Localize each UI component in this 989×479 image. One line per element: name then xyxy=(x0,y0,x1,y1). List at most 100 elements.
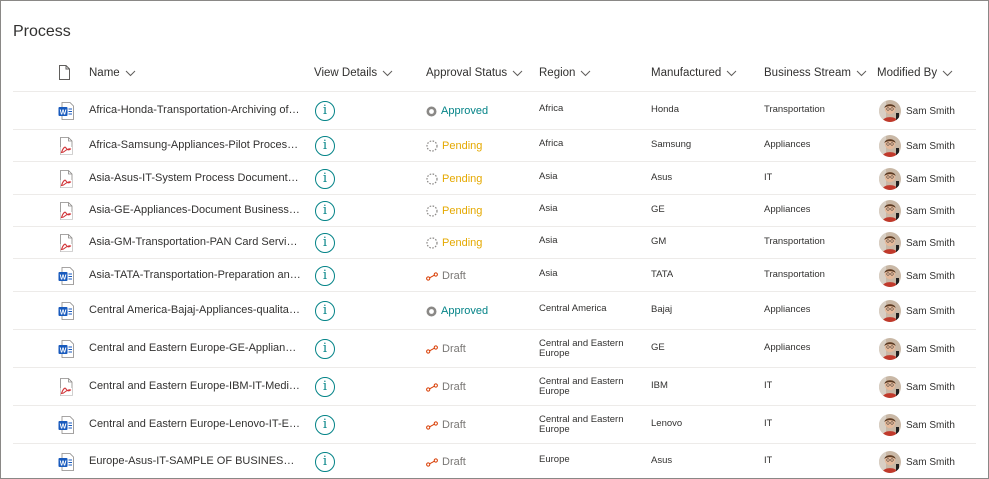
approval-status-label: Approved xyxy=(441,105,489,117)
region-cell: Central and Eastern Europe xyxy=(539,377,624,397)
column-header-business-stream[interactable]: Business Stream xyxy=(764,67,867,79)
modified-by-name[interactable]: Sam Smith xyxy=(906,344,955,355)
column-header-label: Approval Status xyxy=(426,67,508,79)
modified-by-name[interactable]: Sam Smith xyxy=(906,106,955,117)
column-header-manufactured[interactable]: Manufactured xyxy=(651,67,737,79)
avatar[interactable] xyxy=(879,200,901,222)
file-name-link[interactable]: Europe-Asus-IT-SAMPLE OF BUSINESS PRO... xyxy=(89,455,301,467)
file-name-link[interactable]: Africa-Honda-Transportation-Archiving of… xyxy=(89,104,301,116)
modified-by-name[interactable]: Sam Smith xyxy=(906,238,955,249)
table-row[interactable]: Asia-Asus-IT-System Process Document.pdf… xyxy=(13,162,976,195)
table-row[interactable]: W Central and Eastern Europe-Lenovo-IT-E… xyxy=(13,406,976,444)
modified-by-name[interactable]: Sam Smith xyxy=(906,457,955,468)
avatar[interactable] xyxy=(879,232,901,254)
table-row[interactable]: Asia-GM-Transportation-PAN Card Service … xyxy=(13,227,976,259)
file-name-link[interactable]: Asia-TATA-Transportation-Preparation and… xyxy=(89,269,301,281)
file-name-link[interactable]: Asia-GE-Appliances-Document Business Pr.… xyxy=(89,204,301,216)
page-title: Process xyxy=(13,23,71,40)
pdf-icon xyxy=(58,202,74,220)
file-name-link[interactable]: Central and Eastern Europe-IBM-IT-Medica… xyxy=(89,380,301,392)
approval-status-label: Pending xyxy=(442,205,483,217)
file-type-header-icon[interactable] xyxy=(58,65,71,80)
draft-status-icon xyxy=(426,271,442,281)
column-header-region[interactable]: Region xyxy=(539,67,591,79)
approval-status: Draft xyxy=(426,381,466,393)
info-circle-icon[interactable]: i xyxy=(315,233,335,253)
file-name-link[interactable]: Asia-GM-Transportation-PAN Card Service … xyxy=(89,236,301,248)
region-cell: Central and Eastern Europe xyxy=(539,339,624,359)
file-name-link[interactable]: Central America-Bajaj-Appliances-qualita… xyxy=(89,304,301,316)
modified-by-name[interactable]: Sam Smith xyxy=(906,420,955,431)
table-row[interactable]: W Central America-Bajaj-Appliances-quali… xyxy=(13,292,976,330)
modified-by-name[interactable]: Sam Smith xyxy=(906,174,955,185)
file-name-link[interactable]: Africa-Samsung-Appliances-Pilot Process … xyxy=(89,139,301,151)
word-doc-icon: W xyxy=(58,416,74,434)
modified-by-name[interactable]: Sam Smith xyxy=(906,271,955,282)
column-header-approval-status[interactable]: Approval Status xyxy=(426,67,523,79)
pdf-icon xyxy=(58,234,74,252)
modified-by-name[interactable]: Sam Smith xyxy=(906,206,955,217)
info-circle-icon[interactable]: i xyxy=(315,101,335,121)
info-circle-icon[interactable]: i xyxy=(315,136,335,156)
approval-status: Draft xyxy=(426,270,466,282)
info-circle-icon[interactable]: i xyxy=(315,266,335,286)
avatar[interactable] xyxy=(879,376,901,398)
manufactured-cell: Lenovo xyxy=(651,418,683,429)
file-name-link[interactable]: Central and Eastern Europe-GE-Appliances… xyxy=(89,342,301,354)
table-row[interactable]: Central and Eastern Europe-IBM-IT-Medica… xyxy=(13,368,976,406)
approval-status: Draft xyxy=(426,343,466,355)
avatar[interactable] xyxy=(879,100,901,122)
info-circle-icon[interactable]: i xyxy=(315,377,335,397)
file-name-link[interactable]: Central and Eastern Europe-Lenovo-IT-Eth… xyxy=(89,418,301,430)
modified-by-name[interactable]: Sam Smith xyxy=(906,141,955,152)
svg-text:W: W xyxy=(60,109,67,116)
svg-text:W: W xyxy=(60,309,67,316)
info-circle-icon[interactable]: i xyxy=(315,452,335,472)
draft-status-icon xyxy=(426,420,442,430)
table-row[interactable]: W Central and Eastern Europe-GE-Applianc… xyxy=(13,330,976,368)
avatar[interactable] xyxy=(879,451,901,473)
info-circle-icon[interactable]: i xyxy=(315,339,335,359)
avatar[interactable] xyxy=(879,414,901,436)
svg-text:W: W xyxy=(60,274,67,281)
manufactured-cell: Bajaj xyxy=(651,304,673,315)
table-row[interactable]: W Africa-Honda-Transportation-Archiving … xyxy=(13,92,976,130)
approval-status: Pending xyxy=(426,237,482,249)
info-circle-icon[interactable]: i xyxy=(315,301,335,321)
region-cell: Asia xyxy=(539,269,558,279)
info-circle-icon[interactable]: i xyxy=(315,415,335,435)
modified-by-name[interactable]: Sam Smith xyxy=(906,382,955,393)
table-row[interactable]: Africa-Samsung-Appliances-Pilot Process … xyxy=(13,130,976,162)
info-circle-icon[interactable]: i xyxy=(315,169,335,189)
file-name-link[interactable]: Asia-Asus-IT-System Process Document.pdf xyxy=(89,172,301,184)
modified-by-name[interactable]: Sam Smith xyxy=(906,306,955,317)
table-row[interactable]: W Europe-Asus-IT-SAMPLE OF BUSINESS PRO.… xyxy=(13,444,976,478)
pending-status-icon xyxy=(426,237,442,249)
region-cell: Asia xyxy=(539,204,558,214)
column-header-label: Business Stream xyxy=(764,67,851,79)
region-cell: Asia xyxy=(539,236,558,246)
pdf-icon xyxy=(58,170,74,188)
chevron-down-icon xyxy=(382,70,393,76)
pending-status-icon xyxy=(426,205,442,217)
table-row[interactable]: Asia-GE-Appliances-Document Business Pr.… xyxy=(13,195,976,227)
avatar[interactable] xyxy=(879,300,901,322)
column-header-modified-by[interactable]: Modified By xyxy=(877,67,953,79)
avatar[interactable] xyxy=(879,338,901,360)
avatar[interactable] xyxy=(879,265,901,287)
info-circle-icon[interactable]: i xyxy=(315,201,335,221)
approval-status-label: Approved xyxy=(441,305,489,317)
approval-status-label: Draft xyxy=(442,381,466,393)
manufactured-cell: TATA xyxy=(651,269,674,280)
approval-status-label: Pending xyxy=(442,237,483,249)
manufactured-cell: Samsung xyxy=(651,139,692,150)
region-cell: Central and Eastern Europe xyxy=(539,415,624,435)
chevron-down-icon xyxy=(125,70,136,76)
table-row[interactable]: W Asia-TATA-Transportation-Preparation a… xyxy=(13,259,976,292)
column-header-name[interactable]: Name xyxy=(89,67,136,79)
avatar[interactable] xyxy=(879,135,901,157)
region-cell: Central America xyxy=(539,304,607,314)
column-header-view-details[interactable]: View Details xyxy=(314,67,393,79)
pending-status-icon xyxy=(426,140,442,152)
avatar[interactable] xyxy=(879,168,901,190)
